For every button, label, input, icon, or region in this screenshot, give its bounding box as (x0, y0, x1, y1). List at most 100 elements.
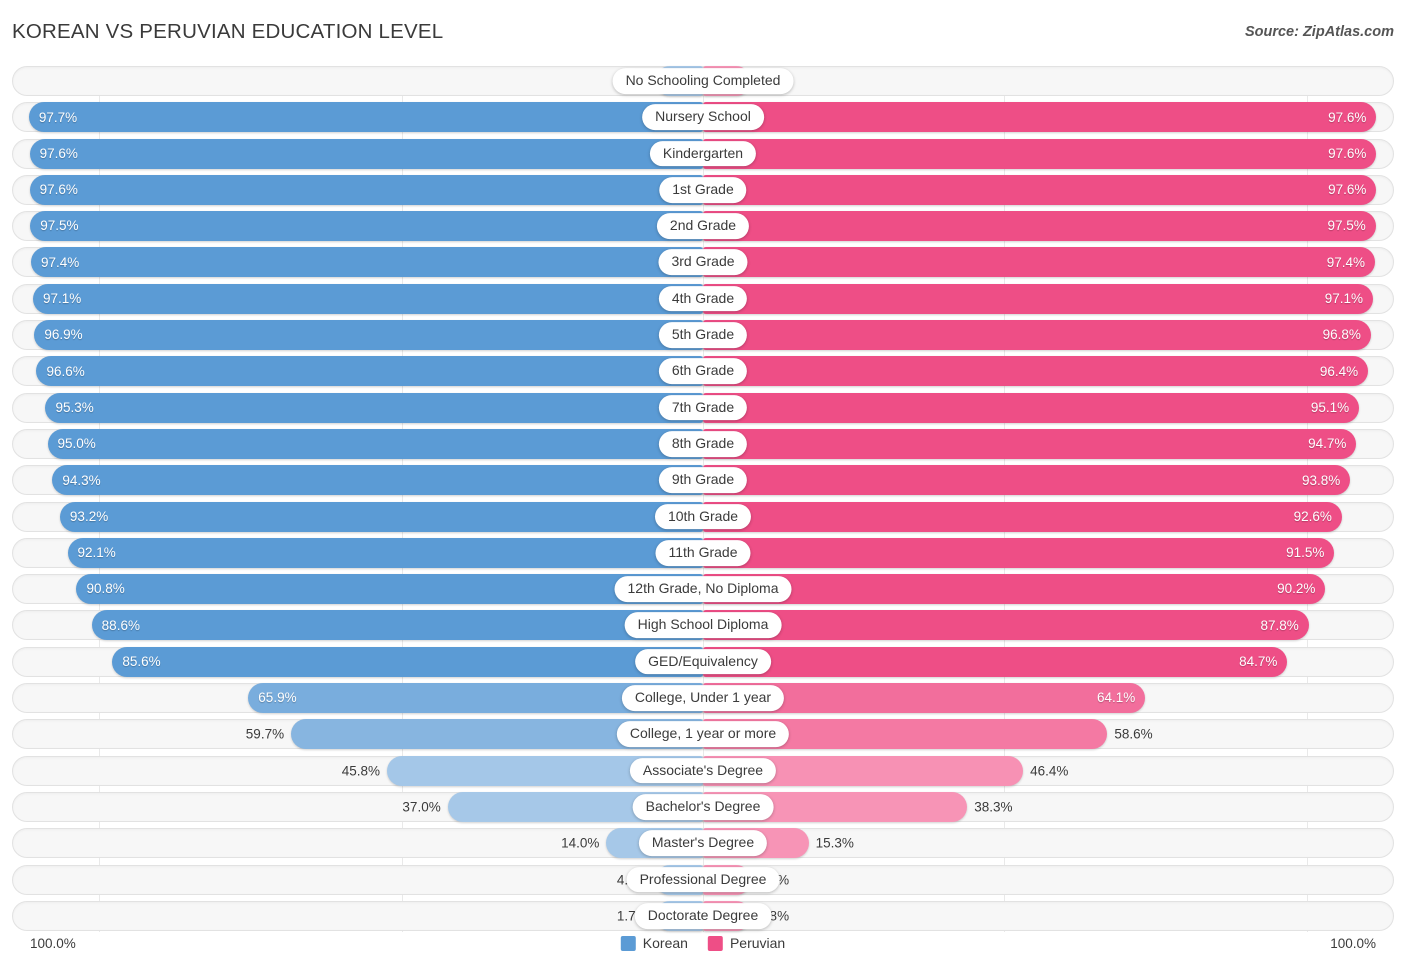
bar-value-label: 97.6% (39, 145, 78, 161)
bar-korean[interactable]: 97.6% (29, 138, 703, 169)
bar-peruvian[interactable]: 94.7% (703, 428, 1357, 459)
bar-korean[interactable]: 95.3% (45, 392, 703, 423)
category-label: 10th Grade (654, 503, 752, 530)
bar-value-label: 85.6% (122, 654, 161, 669)
bar-value-label: 59.7% (245, 726, 285, 742)
bar-korean[interactable]: 96.9% (34, 320, 703, 351)
bar-row: 97.5% 97.5% 2nd Grade (12, 211, 1394, 242)
bar-peruvian[interactable]: 97.6% (703, 102, 1377, 133)
bar-peruvian[interactable]: 84.7% (703, 646, 1288, 677)
bar-korean[interactable]: 97.1% (33, 283, 703, 314)
bar-peruvian[interactable]: 96.4% (703, 356, 1369, 387)
bar-korean[interactable]: 92.1% (67, 537, 703, 568)
bar-peruvian[interactable]: 97.5% (703, 211, 1376, 242)
bar-half-peruvian: 97.6% (703, 102, 1393, 133)
category-label: Nursery School (642, 104, 764, 131)
bar-peruvian[interactable]: 93.8% (703, 465, 1351, 496)
bar-value-label: 95.3% (55, 399, 94, 415)
bar-peruvian[interactable]: 97.6% (703, 174, 1377, 205)
bar-row: 97.4% 97.4% 3rd Grade (12, 247, 1394, 278)
category-label: Associate's Degree (629, 757, 777, 784)
bar-value-label: 15.3% (815, 835, 854, 851)
bar-row: 90.8% 90.2% 12th Grade, No Diploma (12, 574, 1394, 605)
bar-half-peruvian: 90.2% (703, 574, 1393, 605)
category-label: Professional Degree (626, 866, 780, 893)
legend-item-korean[interactable]: Korean (620, 935, 688, 951)
bar-half-korean: 97.6% (13, 174, 703, 205)
bar-korean[interactable]: 97.5% (30, 211, 703, 242)
bar-row: 59.7% 58.6% College, 1 year or more (12, 719, 1394, 750)
bar-value-label: 93.8% (1301, 472, 1341, 488)
bar-half-korean: 93.2% (13, 501, 703, 532)
legend-swatch-icon (620, 935, 636, 951)
category-label: 3rd Grade (658, 249, 748, 276)
bar-half-korean: 59.7% (13, 719, 703, 750)
chart-footer: 100.0% Korean Peruvian 100.0% (12, 932, 1394, 968)
bar-value-label: 65.9% (258, 690, 297, 706)
bar-half-peruvian: 94.7% (703, 428, 1393, 459)
bar-korean[interactable]: 95.0% (47, 428, 703, 459)
bar-row: 97.7% 97.6% Nursery School (12, 102, 1394, 133)
bar-korean[interactable]: 90.8% (76, 574, 703, 605)
bar-row: 95.3% 95.1% 7th Grade (12, 392, 1394, 423)
category-label: 5th Grade (658, 322, 748, 348)
bar-korean[interactable]: 97.7% (28, 102, 703, 133)
bar-half-korean: 95.3% (13, 392, 703, 423)
bar-half-peruvian: 1.8% (703, 900, 1393, 931)
bar-half-peruvian: 87.8% (703, 610, 1393, 641)
bar-peruvian[interactable]: 95.1% (703, 392, 1360, 423)
bar-row: 92.1% 91.5% 11th Grade (12, 537, 1394, 568)
bar-value-label: 90.2% (1277, 581, 1316, 597)
bar-peruvian[interactable]: 96.8% (703, 320, 1371, 351)
bar-value-label: 14.0% (561, 835, 600, 851)
bar-half-peruvian: 97.4% (703, 247, 1393, 278)
source-attribution: Source: ZipAtlas.com (1244, 24, 1394, 40)
chart-plot-area: 2.4%2.4%No Schooling Completed 97.7% 97.6%… (12, 66, 1394, 932)
bar-korean[interactable]: 94.3% (52, 465, 703, 496)
bar-row: 37.0% 38.3% Bachelor's Degree (12, 791, 1394, 822)
bar-value-label: 97.5% (40, 218, 79, 234)
bar-value-label: 93.2% (69, 508, 109, 524)
category-label: Doctorate Degree (634, 902, 772, 929)
bar-korean[interactable]: 85.6% (112, 646, 703, 677)
bar-value-label: 46.4% (1030, 762, 1069, 778)
bar-row: 14.0% 15.3% Master's Degree (12, 828, 1394, 859)
bar-korean[interactable]: 88.6% (91, 610, 703, 641)
bar-half-korean: 97.6% (13, 138, 703, 169)
bar-half-peruvian: 97.1% (703, 283, 1393, 314)
bar-half-peruvian: 95.1% (703, 392, 1393, 423)
bar-korean[interactable]: 97.4% (30, 247, 703, 278)
page-title: KOREAN VS PERUVIAN EDUCATION LEVEL (12, 20, 444, 43)
bar-peruvian[interactable]: 91.5% (703, 537, 1335, 568)
bar-half-peruvian: 92.6% (703, 501, 1393, 532)
bar-half-peruvian: 84.7% (703, 646, 1393, 677)
bar-peruvian[interactable]: 97.4% (703, 247, 1376, 278)
bar-peruvian[interactable]: 87.8% (703, 610, 1309, 641)
legend-item-peruvian[interactable]: Peruvian (707, 935, 785, 951)
bar-value-label: 84.7% (1239, 654, 1278, 669)
bar-value-label: 97.4% (40, 254, 80, 270)
bar-value-label: 97.4% (1326, 254, 1366, 270)
bar-value-label: 45.8% (341, 762, 380, 778)
bar-value-label: 97.6% (1328, 182, 1367, 198)
bar-half-korean: 4.1% (13, 864, 703, 895)
bar-peruvian[interactable]: 92.6% (703, 501, 1342, 532)
bar-row: 85.6% 84.7% GED/Equivalency (12, 646, 1394, 677)
bar-peruvian[interactable]: 90.2% (703, 574, 1326, 605)
bar-korean[interactable]: 96.6% (36, 356, 703, 387)
bar-value-label: 88.6% (101, 617, 140, 633)
bar-half-korean: 97.7% (13, 102, 703, 133)
category-label: 2nd Grade (656, 213, 750, 240)
bar-peruvian[interactable]: 97.6% (703, 138, 1377, 169)
category-label: 12th Grade, No Diploma (614, 576, 792, 602)
bar-value-label: 97.6% (1328, 109, 1367, 125)
bar-half-peruvian: 96.8% (703, 320, 1393, 351)
bar-korean[interactable]: 93.2% (59, 501, 703, 532)
bar-korean[interactable]: 97.6% (29, 174, 703, 205)
bar-value-label: 97.6% (39, 182, 78, 198)
bar-half-korean: 96.6% (13, 356, 703, 387)
bar-half-peruvian: 97.6% (703, 174, 1393, 205)
bar-peruvian[interactable]: 97.1% (703, 283, 1373, 314)
bar-value-label: 91.5% (1286, 545, 1325, 561)
bar-row: 45.8% 46.4% Associate's Degree (12, 755, 1394, 786)
